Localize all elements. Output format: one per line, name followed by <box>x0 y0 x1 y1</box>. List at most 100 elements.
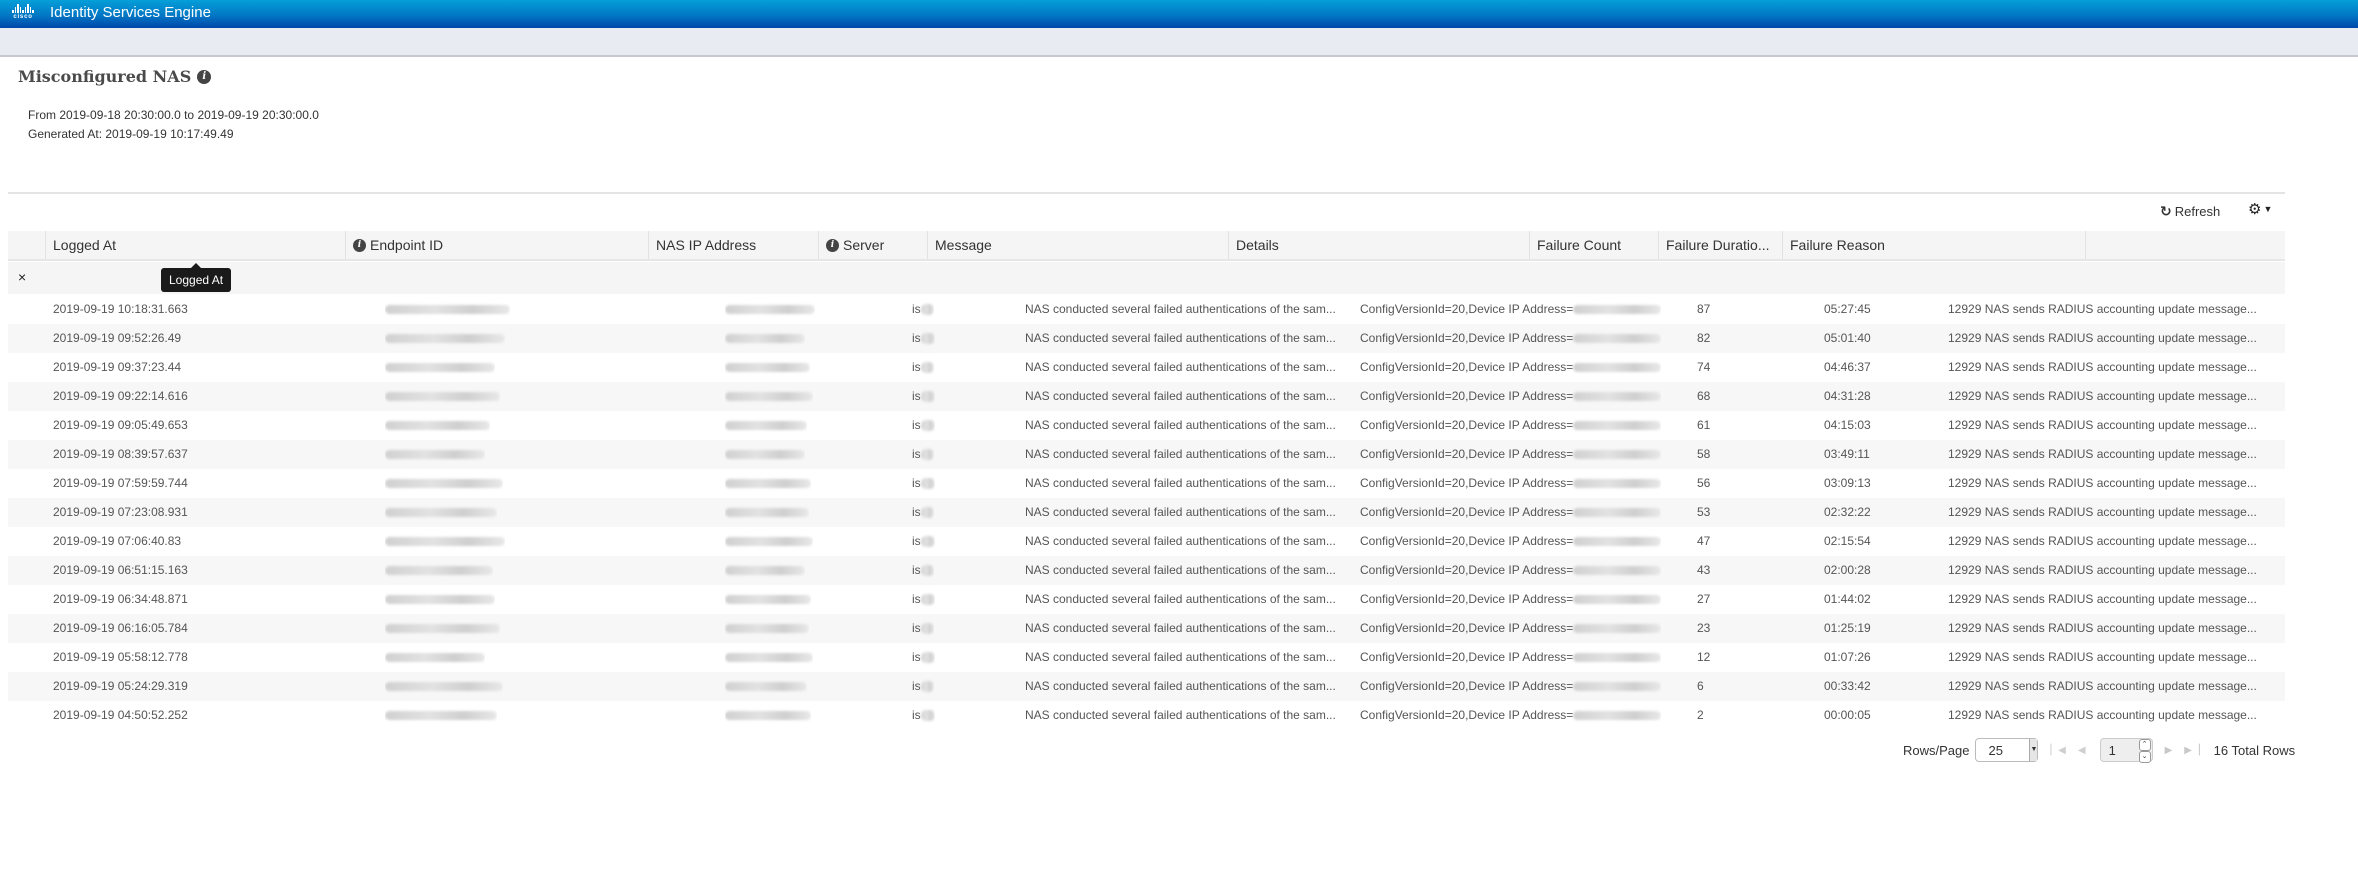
column-header-endpoint-id[interactable]: i Endpoint ID <box>345 231 648 259</box>
top-bar: cisco Identity Services Engine <box>0 0 2358 28</box>
next-page-icon[interactable]: ▶ <box>2165 745 2173 756</box>
cell-logged-at: 2019-09-19 07:59:59.744 <box>53 476 188 490</box>
cell-details: ConfigVersionId=20,Device IP Address= <box>1360 672 1662 701</box>
info-icon[interactable]: i <box>826 238 839 252</box>
column-header-failure-reason[interactable]: Failure Reason <box>1782 231 2085 259</box>
redacted-value <box>920 536 935 548</box>
spin-up-icon[interactable]: ⌃ <box>2138 739 2151 751</box>
table-row[interactable]: 2019-09-19 07:59:59.744 is NAS conducted s… <box>8 469 2285 498</box>
cell-logged-at: 2019-09-19 09:37:23.44 <box>53 360 182 374</box>
cell-details: ConfigVersionId=20,Device IP Address= <box>1360 614 1662 643</box>
cell-failure-count: 68 <box>1697 389 1711 403</box>
cell-failure-reason: 12929 NAS sends RADIUS accounting update… <box>1948 505 2257 519</box>
refresh-button[interactable]: ↻ Refresh <box>2160 203 2220 220</box>
app-title: Identity Services Engine <box>50 4 211 21</box>
cell-failure-duration: 01:44:02 <box>1824 592 1871 606</box>
cell-failure-duration: 02:32:22 <box>1824 505 1871 519</box>
first-page-icon[interactable]: ▏◀ <box>2050 745 2065 756</box>
table-row[interactable]: 2019-09-19 06:16:05.784 is NAS conducted s… <box>8 614 2285 643</box>
cell-logged-at: 2019-09-19 05:58:12.778 <box>53 650 188 664</box>
spin-down-icon[interactable]: ⌄ <box>2138 751 2151 763</box>
cell-failure-reason: 12929 NAS sends RADIUS accounting update… <box>1948 476 2257 490</box>
table-row[interactable]: 2019-09-19 07:23:08.931 is NAS conducted s… <box>8 498 2285 527</box>
column-header-failure-count[interactable]: Failure Count <box>1529 231 1658 259</box>
table-row[interactable]: 2019-09-19 09:37:23.44 is NAS conducted se… <box>8 353 2285 382</box>
redacted-value <box>725 711 811 721</box>
page-number-input[interactable]: 1 ⌃ ⌄ <box>2099 738 2153 763</box>
table-row[interactable]: 2019-09-19 05:24:29.319 is NAS conducted s… <box>8 672 2285 701</box>
cell-endpoint-id <box>385 643 485 672</box>
cell-failure-reason: 12929 NAS sends RADIUS accounting update… <box>1948 708 2257 722</box>
cell-failure-duration: 02:15:54 <box>1824 534 1871 548</box>
cell-failure-count: 12 <box>1697 650 1711 664</box>
redacted-value <box>385 421 490 431</box>
info-icon[interactable]: i <box>197 69 212 84</box>
redacted-value <box>1573 624 1662 634</box>
table-header: Logged At i Endpoint ID NAS IP Address iS… <box>8 231 2285 261</box>
column-header-logged-at[interactable]: Logged At <box>45 231 345 259</box>
redacted-value <box>1573 682 1662 692</box>
cell-failure-duration: 01:25:19 <box>1824 621 1871 635</box>
table-row[interactable]: 2019-09-19 08:39:57.637 is NAS conducted s… <box>8 440 2285 469</box>
redacted-value <box>1573 508 1662 518</box>
redacted-value <box>385 479 503 489</box>
cell-failure-reason: 12929 NAS sends RADIUS accounting update… <box>1948 302 2257 316</box>
redacted-value <box>1573 566 1662 576</box>
redacted-value <box>1573 305 1662 315</box>
cell-nas-ip <box>725 498 809 527</box>
cell-failure-count: 82 <box>1697 331 1711 345</box>
cell-failure-duration: 04:31:28 <box>1824 389 1871 403</box>
redacted-value <box>385 305 510 315</box>
redacted-value <box>725 508 809 518</box>
table-row[interactable]: 2019-09-19 04:50:52.252 is NAS conducted s… <box>8 701 2285 730</box>
cell-failure-reason: 12929 NAS sends RADIUS accounting update… <box>1948 563 2257 577</box>
rows-per-page-select[interactable]: 25 ▼ <box>1975 738 2039 762</box>
cell-server: is <box>912 672 934 701</box>
cell-server: is <box>912 324 935 353</box>
cell-endpoint-id <box>385 295 510 324</box>
column-header-message[interactable]: Message <box>927 231 1228 259</box>
redacted-value <box>1573 421 1662 431</box>
cell-details: ConfigVersionId=20,Device IP Address= <box>1360 411 1662 440</box>
column-header-details[interactable]: Details <box>1228 231 1529 259</box>
column-header-failure-duration[interactable]: Failure Duratio... <box>1658 231 1782 259</box>
cell-failure-count: 58 <box>1697 447 1711 461</box>
redacted-value <box>725 363 810 373</box>
cell-logged-at: 2019-09-19 05:24:29.319 <box>53 679 188 693</box>
cell-message: NAS conducted several failed authenticat… <box>1025 650 1336 664</box>
cell-logged-at: 2019-09-19 06:16:05.784 <box>53 621 188 635</box>
clear-filter-icon[interactable]: × <box>18 269 26 285</box>
cell-endpoint-id <box>385 672 503 701</box>
table-row[interactable]: 2019-09-19 09:22:14.616 is NAS conducted s… <box>8 382 2285 411</box>
cell-endpoint-id <box>385 324 505 353</box>
cell-message: NAS conducted several failed authenticat… <box>1025 534 1336 548</box>
table-row[interactable]: 2019-09-19 09:05:49.653 is NAS conducted s… <box>8 411 2285 440</box>
table-row[interactable]: 2019-09-19 10:18:31.663 is NAS conducted s… <box>8 295 2285 324</box>
last-page-icon[interactable]: ▶▕ <box>2184 745 2199 756</box>
cell-endpoint-id <box>385 469 503 498</box>
previous-page-icon[interactable]: ◀ <box>2078 745 2086 756</box>
cell-details: ConfigVersionId=20,Device IP Address= <box>1360 498 1662 527</box>
info-icon[interactable]: i <box>353 238 366 252</box>
rows-per-page-label: Rows/Page <box>1903 742 1970 758</box>
table-row[interactable]: 2019-09-19 06:51:15.163 is NAS conducted s… <box>8 556 2285 585</box>
redacted-value <box>920 681 934 693</box>
table-row[interactable]: 2019-09-19 09:52:26.49 is NAS conducted se… <box>8 324 2285 353</box>
cell-endpoint-id <box>385 382 500 411</box>
filter-row: × <box>8 262 2285 294</box>
redacted-value <box>920 420 935 432</box>
dropdown-arrow-icon: ▼ <box>2029 739 2038 761</box>
cell-nas-ip <box>725 614 809 643</box>
column-header-nas-ip[interactable]: NAS IP Address <box>648 231 818 259</box>
column-header-server[interactable]: i Server <box>818 231 927 259</box>
table-row[interactable]: 2019-09-19 06:34:48.871 is NAS conducted s… <box>8 585 2285 614</box>
settings-menu-button[interactable]: ⚙ ▼ <box>2248 200 2272 218</box>
redacted-value <box>725 682 807 692</box>
redacted-value <box>920 565 934 577</box>
cell-server: is <box>912 440 934 469</box>
table-row[interactable]: 2019-09-19 07:06:40.83 is NAS conducted se… <box>8 527 2285 556</box>
cell-message: NAS conducted several failed authenticat… <box>1025 418 1336 432</box>
page-title-text: Misconfigured NAS <box>18 67 192 86</box>
cell-details: ConfigVersionId=20,Device IP Address= <box>1360 469 1662 498</box>
table-row[interactable]: 2019-09-19 05:58:12.778 is NAS conducted s… <box>8 643 2285 672</box>
